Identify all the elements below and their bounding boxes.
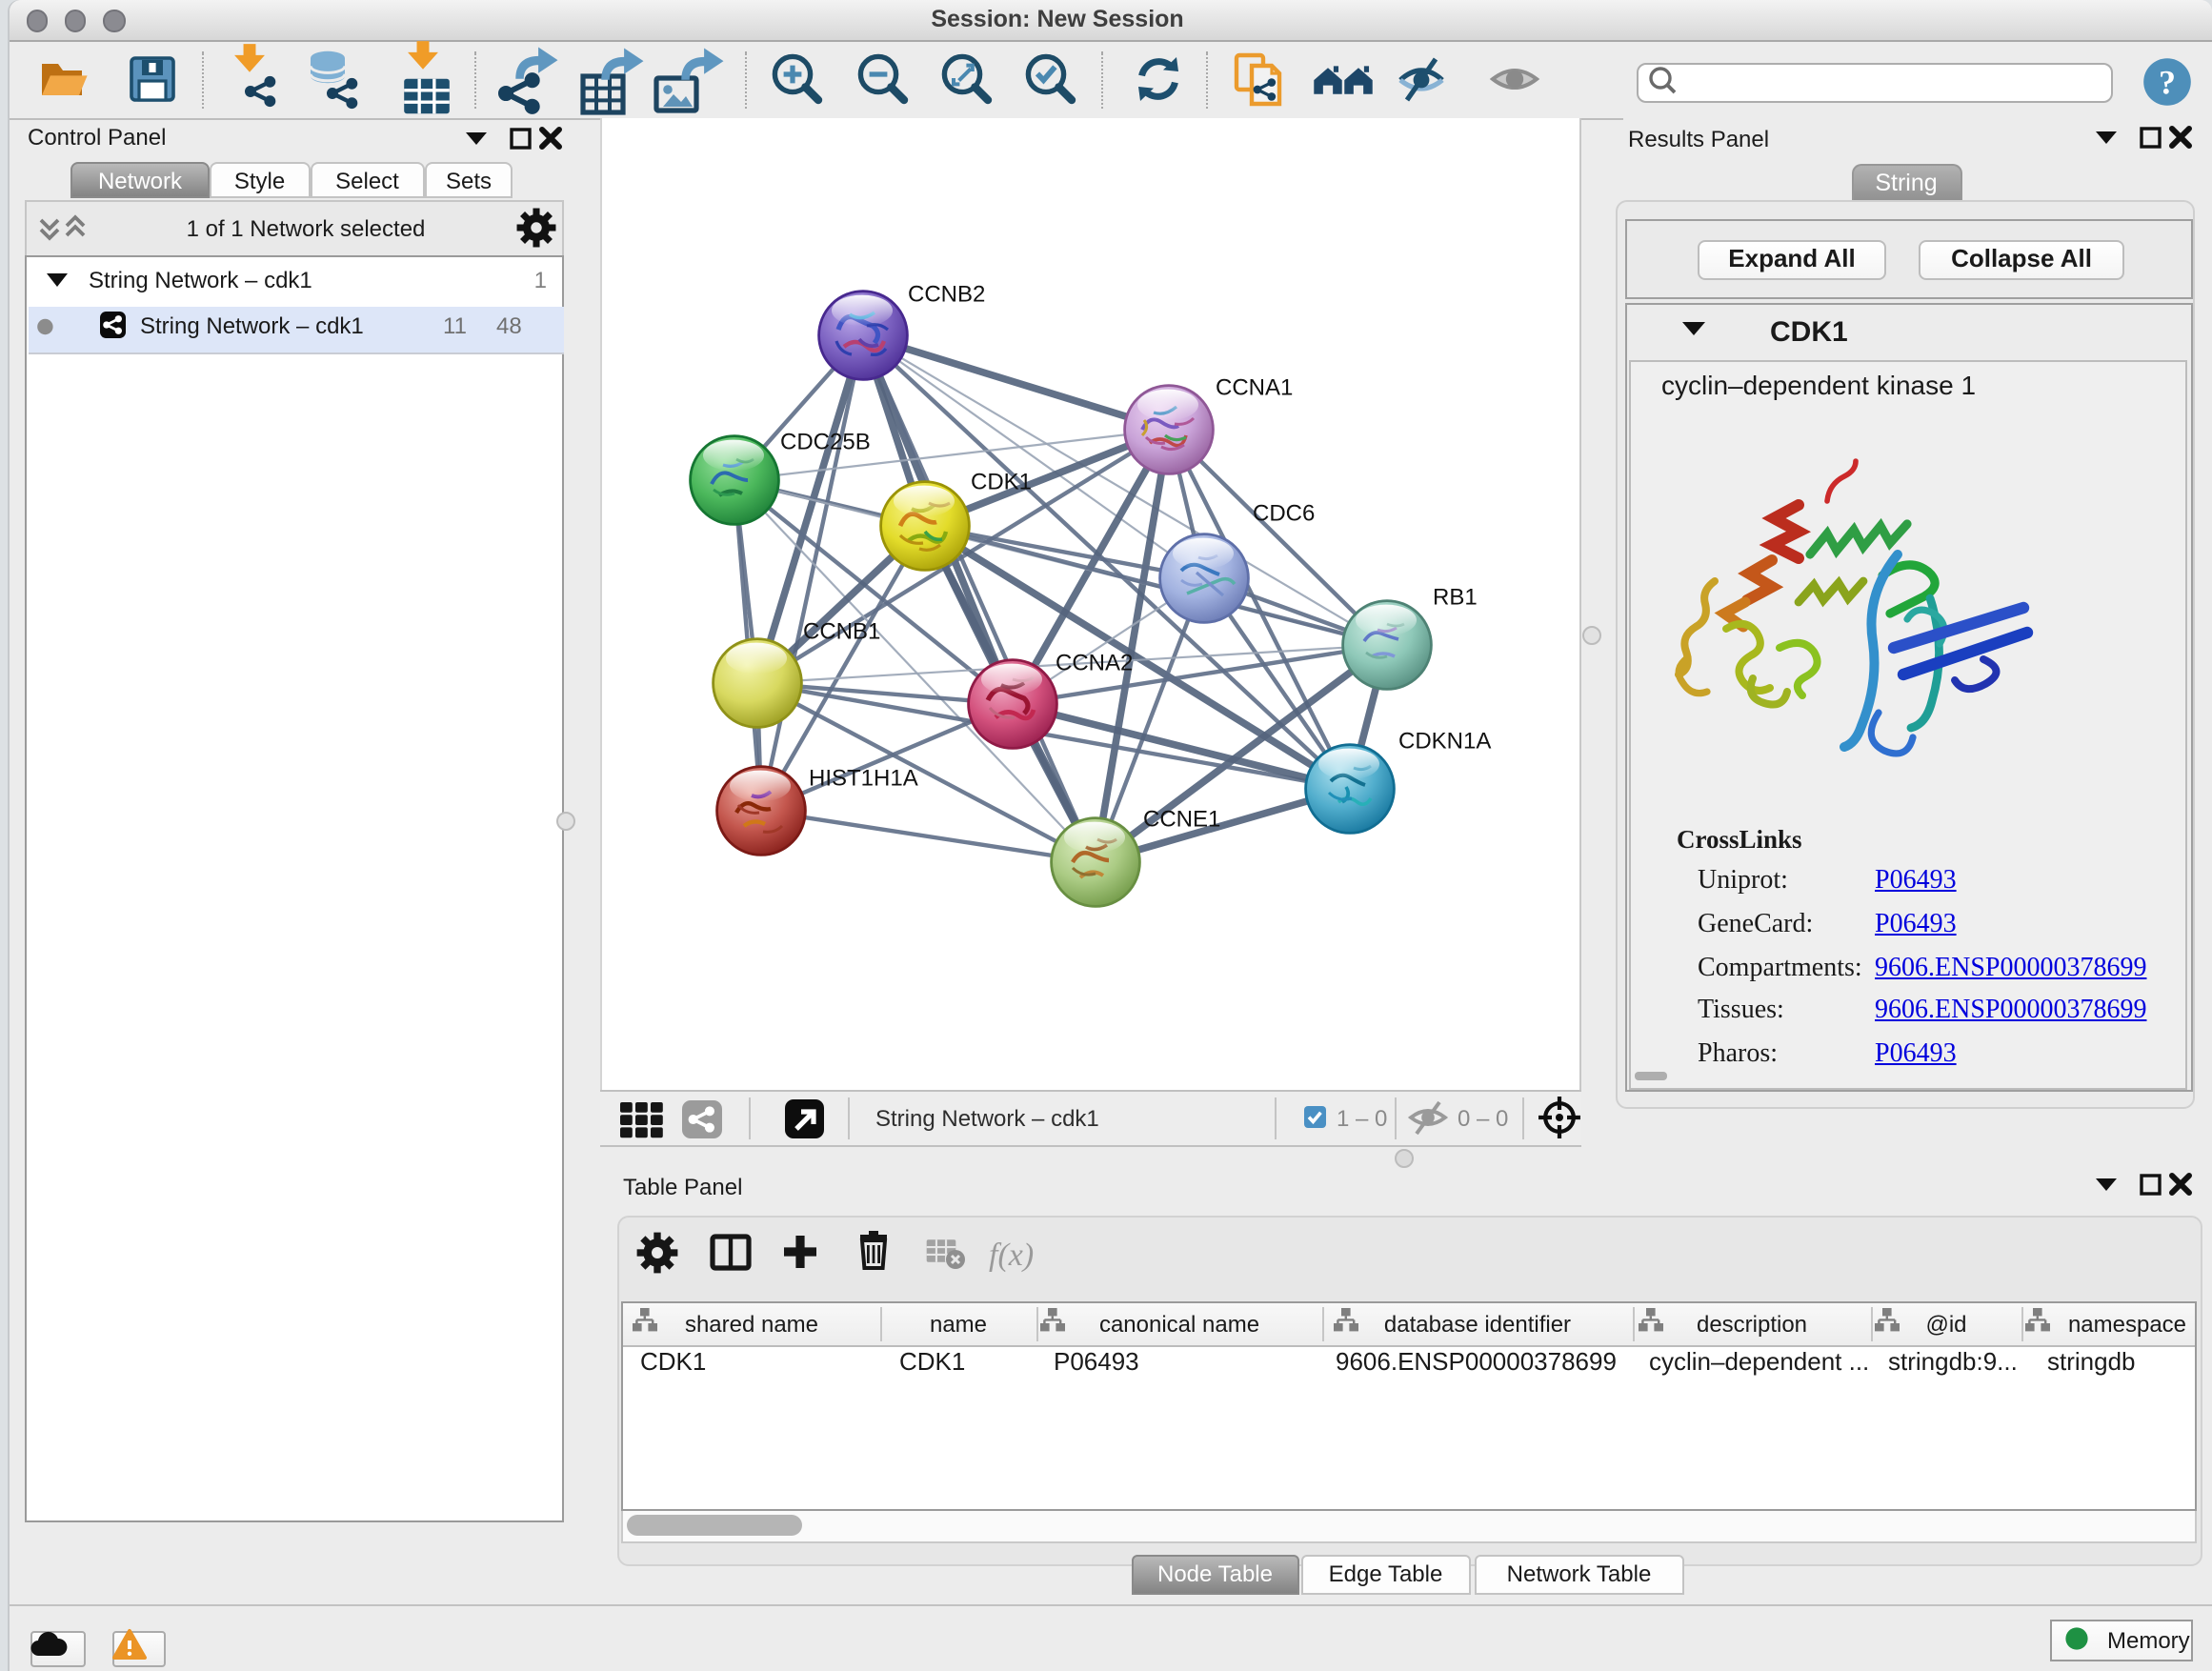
svg-text:CDK1: CDK1	[970, 470, 1031, 495]
svg-text:RB1: RB1	[1432, 585, 1477, 611]
svg-text:HIST1H1A: HIST1H1A	[808, 766, 917, 792]
svg-text:CCNA1: CCNA1	[1215, 375, 1292, 401]
svg-text:CCNE1: CCNE1	[1142, 807, 1219, 833]
svg-text:CDC25B: CDC25B	[779, 430, 870, 455]
svg-text:CDKN1A: CDKN1A	[1398, 729, 1490, 755]
svg-text:CDC6: CDC6	[1252, 501, 1314, 527]
svg-text:CCNA2: CCNA2	[1055, 651, 1132, 676]
svg-text:CCNB2: CCNB2	[907, 282, 984, 308]
svg-text:CCNB1: CCNB1	[802, 619, 879, 645]
